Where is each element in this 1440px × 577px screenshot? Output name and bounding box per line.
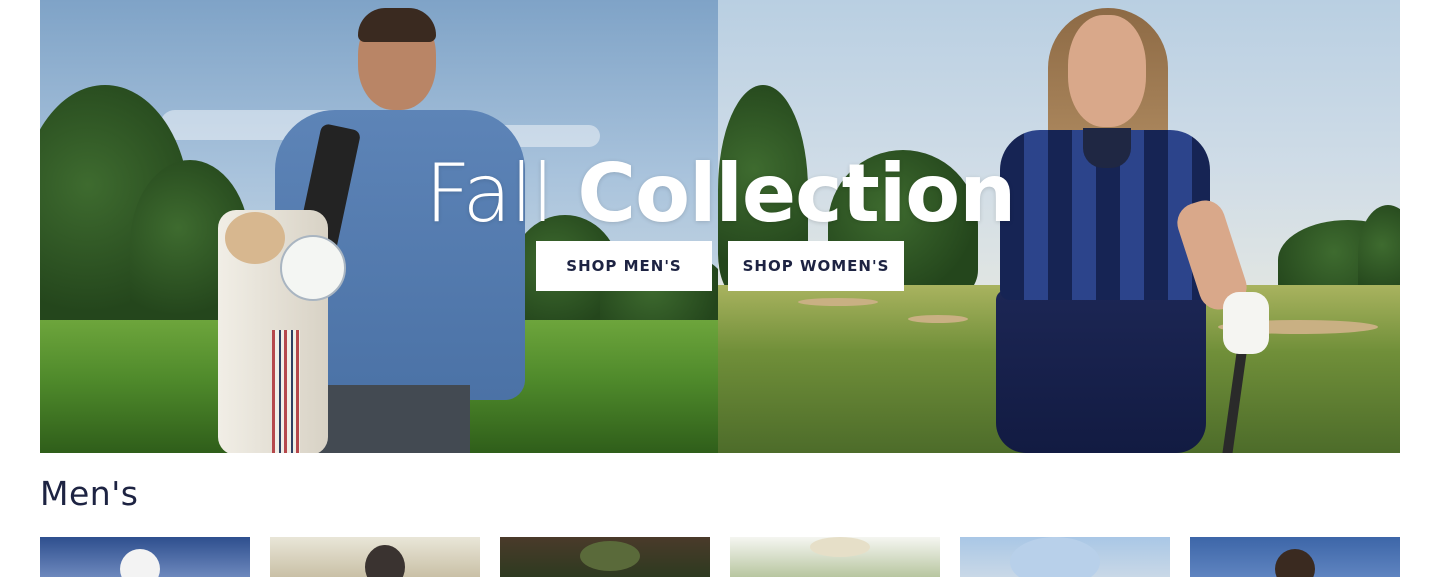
product-tile[interactable]: [270, 537, 480, 577]
hero-title: Fall Collection: [424, 147, 1016, 240]
shop-mens-button[interactable]: SHOP MEN'S: [536, 241, 712, 291]
product-tile[interactable]: [500, 537, 710, 577]
hero-title-bold: Collection: [577, 147, 1016, 240]
product-tile[interactable]: [730, 537, 940, 577]
section-title-mens: Men's: [40, 474, 139, 513]
product-tile[interactable]: [960, 537, 1170, 577]
hero-title-light: Fall: [424, 147, 554, 240]
hero-banner: Fall Collection SHOP MEN'S SHOP WOMEN'S: [40, 0, 1400, 453]
product-tile[interactable]: [40, 537, 250, 577]
hero-button-group: SHOP MEN'S SHOP WOMEN'S: [536, 241, 904, 291]
shop-womens-button[interactable]: SHOP WOMEN'S: [728, 241, 904, 291]
mens-product-row: [40, 537, 1400, 577]
product-tile[interactable]: [1190, 537, 1400, 577]
hero-overlay: Fall Collection SHOP MEN'S SHOP WOMEN'S: [40, 0, 1400, 453]
